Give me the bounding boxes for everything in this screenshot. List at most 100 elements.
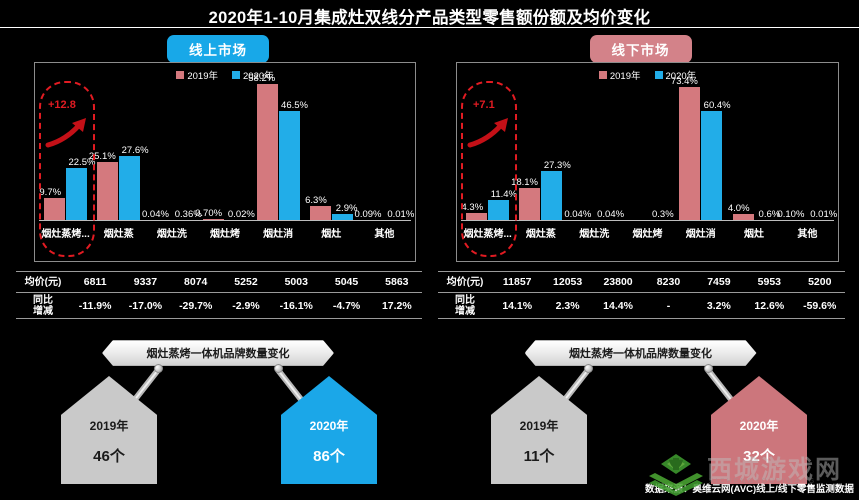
bar-value-label-2019: 18.1% — [511, 176, 539, 188]
x-axis-label: 烟灶洗 — [156, 229, 187, 240]
slide-root: 2020年1-10月集成灶双线分产品类型零售额份额及均价变化 线上市场 2019… — [0, 0, 859, 500]
connector-knob-right-offline-icon — [704, 364, 713, 373]
x-axis-label: 烟灶烤 — [632, 229, 663, 240]
brand-banner-text-online: 烟灶蒸烤一体机品牌数量变化 — [146, 348, 290, 360]
legend-label-2019: 2019年 — [187, 71, 218, 82]
table-header-yoy-line1-online: 同比 — [33, 294, 53, 306]
legend-swatch-2020-icon — [232, 71, 240, 79]
chart-online: 2019年 2020年 9.7% 22.5% 25.1% 27.6% 0.04% 0.36… — [34, 62, 416, 262]
bar-2019: 6.3% — [305, 195, 331, 221]
house-2020-online: 2020年 86个 — [281, 376, 377, 484]
bar-value-label-2019: 25.1% — [88, 150, 116, 162]
bar-slot: 73.4% — [671, 76, 701, 221]
bar-slot: 0.09% — [355, 85, 384, 221]
bar-2019: 58.2% — [248, 73, 278, 221]
brand-banner-offline: 烟灶蒸烤一体机品牌数量变化 — [525, 340, 757, 366]
bar-slot: 0.04% — [564, 85, 594, 221]
bar-slot: 0.01% — [384, 85, 414, 221]
legend-item-2019: 2019年 — [176, 68, 218, 82]
delta-annotation-offline: +7.1 — [473, 99, 495, 111]
growth-arrow-online-icon — [45, 118, 86, 148]
table-cell-price: 6811 — [83, 276, 107, 288]
bar-slot: 0.10% — [777, 85, 807, 221]
legend-label-2019-offline: 2019年 — [609, 71, 641, 82]
bar-value-label-2019: 0.04% — [141, 208, 169, 220]
bar-group: 4.0% 0.6% — [727, 85, 780, 221]
data-table-offline: 均价(元) 11857 12053 23800 8230 7459 5953 5200 同比… — [438, 272, 845, 319]
bar-slot: 18.1% — [511, 85, 541, 221]
table-cell-price: 9337 — [133, 276, 158, 288]
bar-slot: 0.02% — [225, 85, 255, 221]
bar-2020: 11.4% — [488, 189, 517, 221]
house-year-2019-online: 2019年 — [89, 419, 129, 433]
table-cell-price: 5045 — [334, 276, 359, 288]
bar-value-label-2020: 0.01% — [810, 208, 838, 220]
data-source-note: 数据来源：奥维云网(AVC)线上/线下零售监测数据 — [645, 484, 854, 495]
bar-value-label-2019: 58.2% — [248, 72, 276, 84]
table-cell-yoy: 14.1% — [502, 299, 533, 312]
legend-swatch-2019-icon — [598, 71, 607, 79]
bar-group: 0.10% 0.01% — [777, 85, 838, 221]
market-badge-offline: 线下市场 — [589, 35, 692, 63]
x-axis-label: 烟灶蒸烤... — [41, 229, 90, 240]
table-header-yoy-line2-online: 增减 — [33, 305, 53, 317]
house-count-2019-offline: 11个 — [523, 448, 555, 465]
bar-slot: 58.2% — [248, 73, 278, 221]
bar-2019: 9.7% — [39, 187, 66, 221]
table-cell-yoy: 3.2% — [706, 299, 731, 312]
table-cell-price: 5953 — [757, 276, 781, 288]
table-cells-yoy-offline: 14.1% 2.3% 14.4% - 3.2% 12.6% -59.6% — [492, 300, 845, 312]
legend-swatch-2020-icon — [654, 71, 663, 79]
table-cell-yoy: 14.4% — [603, 299, 633, 312]
growth-arrow-offline-icon — [467, 118, 508, 148]
bar-group: 73.4% 60.4% — [671, 76, 731, 221]
table-cell-yoy: 12.6% — [754, 299, 785, 312]
bar-value-label-2019: 0.10% — [777, 208, 805, 220]
x-axis-line-offline — [461, 220, 834, 221]
bar-2019: 18.1% — [511, 177, 541, 221]
bar-2019: 73.4% — [671, 76, 701, 221]
bar-value-label-2019: 0.09% — [354, 208, 382, 220]
bar-slot: 0.04% — [142, 85, 172, 221]
table-cells-price-online: 6811 9337 8074 5252 5003 5045 5863 — [70, 276, 422, 288]
bar-2020: 27.3% — [541, 160, 571, 221]
bar-slot: 4.0% — [728, 85, 754, 221]
table-row-yoy-offline: 同比 增减 14.1% 2.3% 14.4% - 3.2% 12.6% -59.6% — [438, 293, 845, 319]
bar-value-label-2019: 0.04% — [564, 208, 592, 220]
chart-legend-offline: 2019年 2020年 — [457, 68, 838, 82]
bar-value-label-2020: 0.01% — [387, 208, 415, 220]
house-count-2020-offline: 32个 — [743, 448, 775, 465]
title-divider — [0, 27, 859, 28]
legend-swatch-2019-icon — [176, 71, 185, 79]
bar-slot: 60.4% — [701, 85, 731, 221]
table-cell-yoy: -17.0% — [128, 299, 163, 312]
bar-2020: 27.6% — [119, 145, 149, 221]
bar-group: 18.1% 27.3% — [511, 85, 571, 221]
bar-value-label-2019: 6.3% — [305, 194, 327, 206]
table-row-yoy-online: 同比 增减 -11.9% -17.0% -29.7% -2.9% -16.1% -4.7%… — [16, 293, 422, 319]
house-year-2020-online: 2020年 — [309, 419, 349, 433]
table-cell-price: 8230 — [656, 276, 681, 288]
x-axis-label: 烟灶蒸 — [103, 229, 134, 240]
table-header-yoy-offline: 同比 增减 — [438, 295, 492, 317]
table-cells-yoy-online: -11.9% -17.0% -29.7% -2.9% -16.1% -4.7% 17.2% — [70, 300, 422, 312]
x-axis-label: 烟灶 — [321, 229, 342, 240]
bar-group: 6.3% 2.9% — [305, 85, 358, 221]
bar-slot: 27.3% — [541, 85, 571, 221]
house-year-2019-offline: 2019年 — [519, 419, 559, 433]
x-axis-label: 其他 — [797, 229, 818, 240]
x-axis-label: 烟灶蒸烤... — [463, 229, 512, 240]
bar-group: 0.3% — [621, 85, 674, 221]
table-header-price-online: 均价(元) — [24, 276, 62, 288]
table-cell-price: 8074 — [184, 276, 208, 288]
bar-group: 0.09% 0.01% — [355, 85, 414, 221]
table-cell-price: 5200 — [808, 276, 832, 288]
connector-knob-left-offline-icon — [584, 364, 593, 373]
bar-2019: 25.1% — [89, 151, 119, 221]
brand-count-online: 烟灶蒸烤一体机品牌数量变化 2019年 46个 2020年 86个 — [8, 340, 428, 490]
plot-area-offline: 4.3% 11.4% 18.1% 27.3% 0.04% 0.04% 0.3% 73.4% 60… — [461, 76, 838, 221]
bar-slot: 27.6% — [119, 85, 149, 221]
table-cell-yoy: - — [666, 299, 671, 312]
bar-group: 0.04% 0.04% — [564, 85, 624, 221]
page-title-text: 2020年1-10月集成灶双线分产品类型零售额份额及均价变化 — [208, 9, 651, 27]
